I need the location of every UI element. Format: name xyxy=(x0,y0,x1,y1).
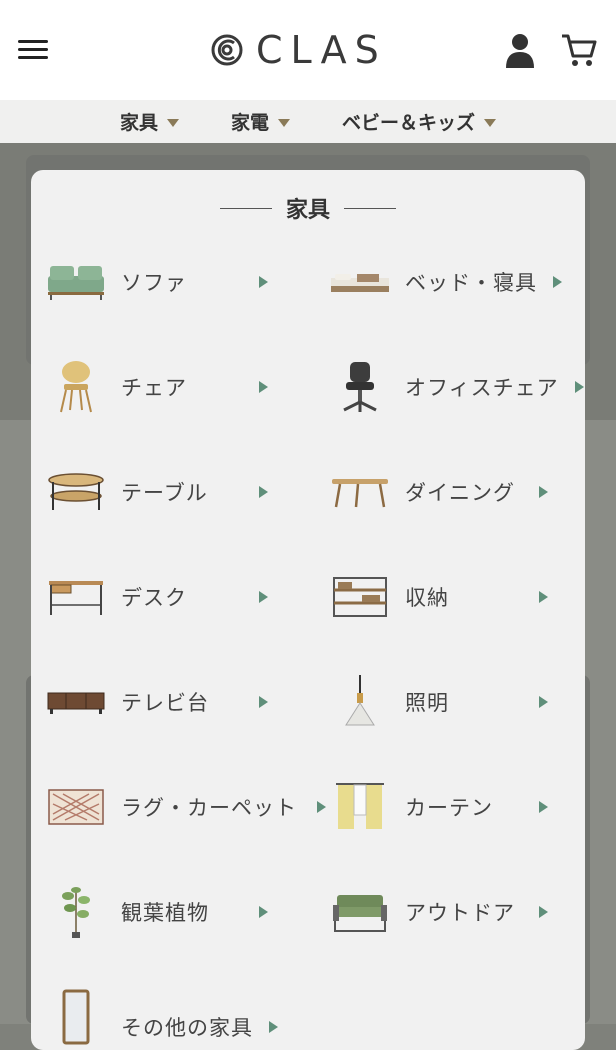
curtain-icon xyxy=(329,779,391,835)
outdoor-icon xyxy=(329,884,391,940)
category-label: デスク xyxy=(121,586,187,610)
desk-icon xyxy=(45,569,107,625)
arrow-right-icon xyxy=(539,801,548,813)
category-item-bed[interactable]: ベッド・寝具 xyxy=(329,252,569,312)
category-item-desk[interactable]: デスク xyxy=(45,567,275,627)
category-label: 照明 xyxy=(405,691,449,715)
arrow-right-icon xyxy=(259,696,268,708)
mirror-icon xyxy=(45,989,107,1045)
category-label: ソファ xyxy=(121,271,187,295)
arrow-right-icon xyxy=(259,276,268,288)
arrow-right-icon xyxy=(575,381,584,393)
dropdown-triangle-icon xyxy=(278,118,290,127)
arrow-right-icon xyxy=(259,381,268,393)
category-label: チェア xyxy=(121,376,187,400)
dining-icon xyxy=(329,464,391,520)
lamp-icon xyxy=(329,674,391,730)
office-chair-icon xyxy=(329,359,391,415)
category-label: オフィスチェア xyxy=(405,376,559,400)
panel-title-text: 家具 xyxy=(285,198,330,223)
category-label: その他の家具 xyxy=(121,1016,253,1040)
catnav-item-appliances[interactable]: 家電 xyxy=(231,108,290,135)
dropdown-triangle-icon xyxy=(484,118,497,127)
panel-title: 家具 xyxy=(31,192,585,224)
category-label: ベッド・寝具 xyxy=(405,271,537,295)
category-item-sofa[interactable]: ソファ xyxy=(45,252,275,312)
logo[interactable]: CLAS xyxy=(210,28,387,72)
category-item-dining[interactable]: ダイニング xyxy=(329,462,569,522)
arrow-right-icon xyxy=(317,801,326,813)
category-item-chair[interactable]: チェア xyxy=(45,357,275,417)
category-label: テーブル xyxy=(121,481,208,505)
category-item-plants[interactable]: 観葉植物 xyxy=(45,882,275,942)
catnav-label: 家電 xyxy=(230,112,269,134)
category-item-storage[interactable]: 収納 xyxy=(329,567,569,627)
category-nav: 家具 家電 ベビー＆キッズ xyxy=(0,100,616,143)
category-item-tv-stand[interactable]: テレビ台 xyxy=(45,672,275,732)
arrow-right-icon xyxy=(259,486,268,498)
arrow-right-icon xyxy=(259,591,268,603)
arrow-right-icon xyxy=(269,1021,278,1033)
category-label: カーテン xyxy=(405,796,493,820)
category-item-rug[interactable]: ラグ・カーペット xyxy=(45,777,335,837)
table-icon xyxy=(45,464,107,520)
site-header: CLAS xyxy=(0,0,616,100)
category-label: テレビ台 xyxy=(121,691,209,715)
arrow-right-icon xyxy=(539,906,548,918)
sofa-icon xyxy=(45,254,107,310)
rug-icon xyxy=(45,779,107,835)
category-item-lighting[interactable]: 照明 xyxy=(329,672,569,732)
storage-icon xyxy=(329,569,391,625)
category-item-curtain[interactable]: カーテン xyxy=(329,777,569,837)
catnav-label: ベビー＆キッズ xyxy=(342,112,476,134)
arrow-right-icon xyxy=(539,486,548,498)
tv-stand-icon xyxy=(45,674,107,730)
title-divider xyxy=(219,207,272,209)
category-item-outdoor[interactable]: アウトドア xyxy=(329,882,569,942)
chair-icon xyxy=(45,359,107,415)
cart-icon[interactable] xyxy=(560,32,598,68)
category-label: アウトドア xyxy=(405,901,515,925)
category-item-office-chair[interactable]: オフィスチェア xyxy=(329,357,584,417)
account-icon[interactable] xyxy=(504,32,536,68)
arrow-right-icon xyxy=(539,696,548,708)
bed-icon xyxy=(329,254,391,310)
dropdown-triangle-icon xyxy=(166,118,179,127)
arrow-right-icon xyxy=(259,906,268,918)
category-label: 収納 xyxy=(405,586,449,610)
category-item-other-furniture[interactable]: その他の家具 xyxy=(45,987,295,1047)
furniture-dropdown-panel: 家具 ソファ ベッド・寝具 チェア オフィスチェア テーブル ダイニング デスク… xyxy=(31,170,585,1050)
arrow-right-icon xyxy=(539,591,548,603)
menu-icon[interactable] xyxy=(18,40,48,62)
catnav-item-furniture[interactable]: 家具 xyxy=(120,108,179,135)
category-label: 観葉植物 xyxy=(121,901,209,925)
catnav-label: 家具 xyxy=(119,112,158,134)
title-divider xyxy=(344,207,396,209)
plant-icon xyxy=(45,884,107,940)
arrow-right-icon xyxy=(553,276,562,288)
category-item-table[interactable]: テーブル xyxy=(45,462,275,522)
category-label: ラグ・カーペット xyxy=(121,796,297,820)
category-label: ダイニング xyxy=(405,481,515,505)
logo-mark-icon xyxy=(211,34,243,66)
brand-name: CLAS xyxy=(256,28,387,72)
catnav-item-baby-kids[interactable]: ベビー＆キッズ xyxy=(342,108,497,135)
